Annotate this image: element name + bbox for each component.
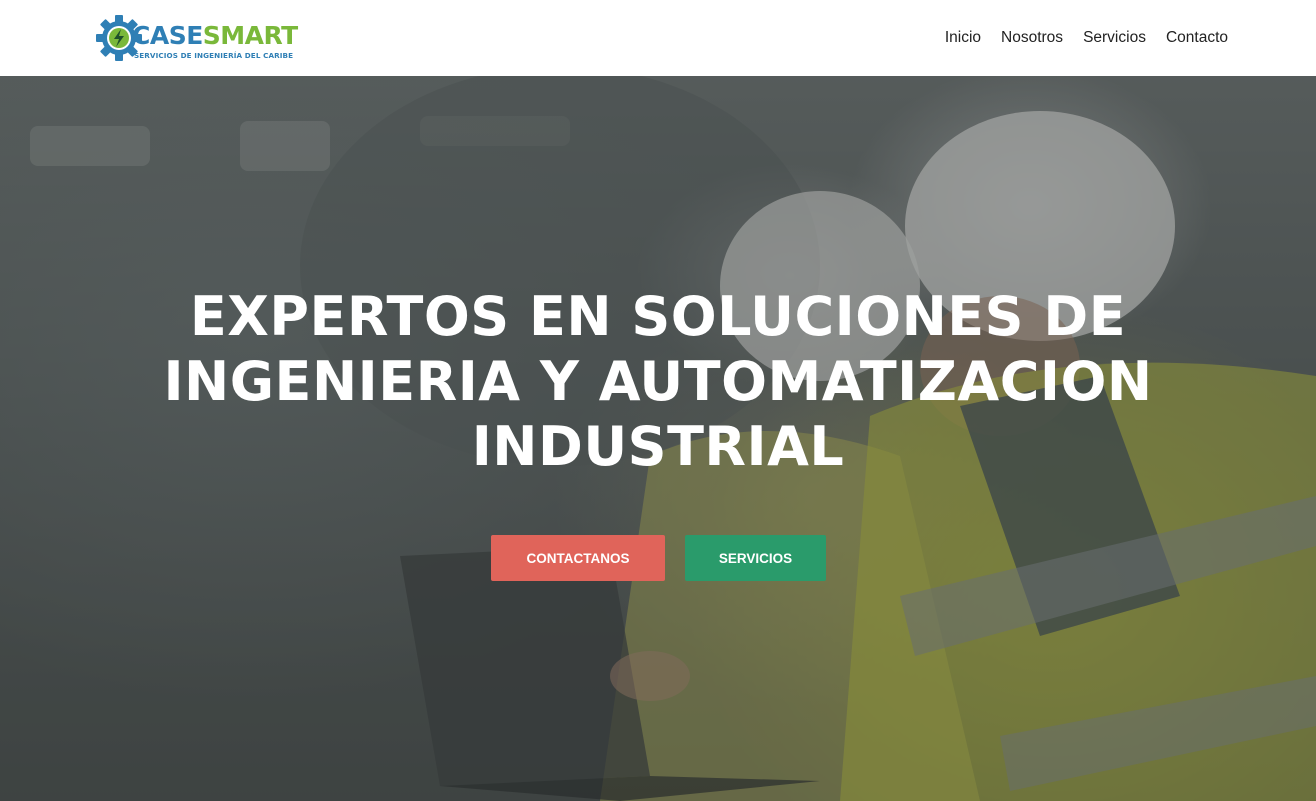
brand-name-case: CASE [132, 21, 203, 50]
brand-name-smart: SMART [202, 21, 298, 50]
hero-headline-line-3: INDUSTRIAL [471, 415, 845, 478]
hero-headline-line-1: EXPERTOS EN SOLUCIONES DE [189, 285, 1127, 348]
contact-button[interactable]: CONTACTANOS [491, 535, 665, 581]
brand-logo[interactable]: CASESMART SERVICIOS DE INGENIERÍA DEL CA… [94, 13, 298, 63]
hero-section: EXPERTOS EN SOLUCIONES DE INGENIERIA Y A… [0, 76, 1316, 801]
hero-headline-line-2: INGENIERIA Y AUTOMATIZACION [163, 350, 1153, 413]
main-nav: Inicio Nosotros Servicios Contacto [945, 27, 1228, 49]
nav-item-contacto[interactable]: Contacto [1166, 27, 1228, 49]
hero-headline: EXPERTOS EN SOLUCIONES DE INGENIERIA Y A… [130, 284, 1186, 479]
site-header: CASESMART SERVICIOS DE INGENIERÍA DEL CA… [0, 0, 1316, 76]
brand-tagline: SERVICIOS DE INGENIERÍA DEL CARIBE [134, 51, 294, 60]
nav-item-nosotros[interactable]: Nosotros [1001, 27, 1063, 49]
nav-item-inicio[interactable]: Inicio [945, 27, 981, 49]
nav-item-servicios[interactable]: Servicios [1083, 27, 1146, 49]
brand-wordmark: CASESMART [132, 22, 298, 50]
services-button[interactable]: SERVICIOS [685, 535, 826, 581]
